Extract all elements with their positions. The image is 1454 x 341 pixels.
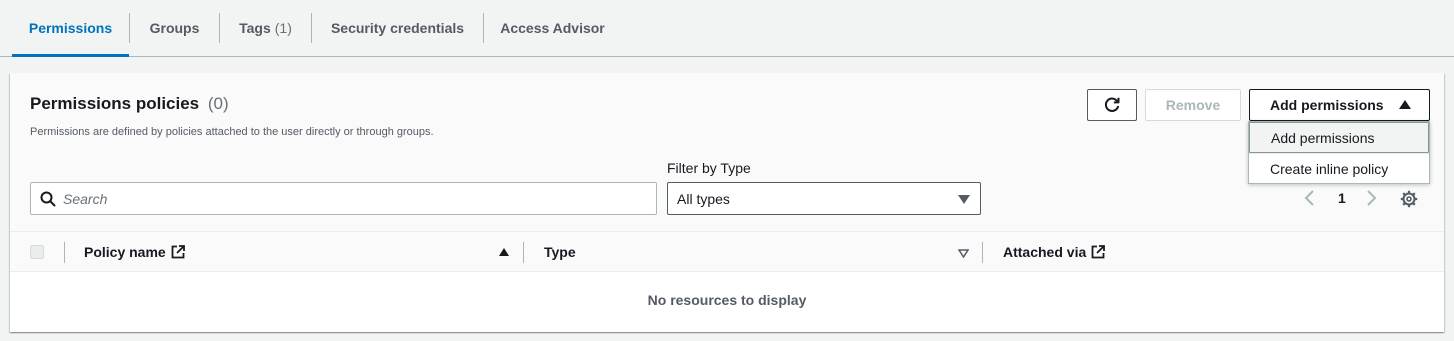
column-type[interactable]: Type [544, 244, 576, 260]
sort-descending-icon[interactable] [958, 249, 969, 258]
column-divider [982, 242, 983, 263]
menu-item-create-inline-policy[interactable]: Create inline policy [1249, 153, 1429, 184]
column-attached-via[interactable]: Attached via [1003, 244, 1106, 260]
tab-label: Security credentials [330, 20, 465, 36]
table-header: Policy name Type Attached via [10, 231, 1444, 272]
tab-bar: Permissions Groups Tags (1) Security cre… [0, 0, 1454, 57]
refresh-button[interactable] [1087, 89, 1137, 121]
tab-security-credentials[interactable]: Security credentials [312, 0, 483, 56]
tab-access-advisor[interactable]: Access Advisor [484, 0, 621, 56]
search-input[interactable] [63, 185, 643, 212]
policy-count: (0) [207, 94, 229, 113]
menu-item-add-permissions[interactable]: Add permissions [1249, 122, 1429, 153]
gear-icon[interactable] [1400, 190, 1418, 208]
type-filter-select[interactable]: All types [667, 182, 981, 215]
column-label: Policy name [84, 244, 166, 260]
tab-permissions[interactable]: Permissions [12, 0, 129, 57]
caret-up-icon [1399, 100, 1411, 109]
column-policy-name[interactable]: Policy name [84, 244, 185, 260]
remove-button[interactable]: Remove [1145, 89, 1241, 121]
tab-groups[interactable]: Groups [130, 0, 219, 56]
external-link-icon [171, 245, 185, 259]
add-permissions-label: Add permissions [1270, 97, 1384, 113]
panel-description: Permissions are defined by policies atta… [30, 126, 434, 138]
column-divider [523, 242, 524, 263]
tab-tags[interactable]: Tags (1) [220, 0, 311, 56]
empty-state-message: No resources to display [647, 292, 807, 308]
tab-label: Groups [149, 20, 200, 36]
column-label: Attached via [1003, 244, 1087, 260]
panel-title: Permissions policies (0) [30, 94, 229, 114]
tab-label: Tags [239, 20, 271, 36]
search-icon [40, 191, 56, 207]
column-divider [64, 242, 65, 263]
refresh-icon [1104, 97, 1120, 112]
add-permissions-button[interactable]: Add permissions [1249, 89, 1430, 121]
add-permissions-menu: Add permissions Create inline policy [1248, 121, 1430, 184]
tab-label: Access Advisor [500, 20, 605, 36]
tab-label: Permissions [28, 20, 113, 36]
panel-title-text: Permissions policies [30, 94, 200, 113]
select-all-checkbox[interactable] [30, 245, 44, 259]
column-label: Type [544, 244, 576, 260]
tab-count: (1) [274, 20, 292, 36]
external-link-icon [1091, 245, 1106, 259]
search-field [30, 182, 657, 215]
previous-page-icon[interactable] [1303, 189, 1317, 207]
current-page-number[interactable]: 1 [1338, 190, 1346, 206]
next-page-icon[interactable] [1364, 189, 1378, 207]
type-filter-value: All types [677, 190, 730, 207]
permissions-policies-panel: Permissions policies (0) Permissions are… [10, 73, 1444, 332]
caret-down-icon [958, 195, 970, 204]
filter-by-type-label: Filter by Type [667, 160, 751, 176]
sort-ascending-icon[interactable] [499, 248, 509, 256]
